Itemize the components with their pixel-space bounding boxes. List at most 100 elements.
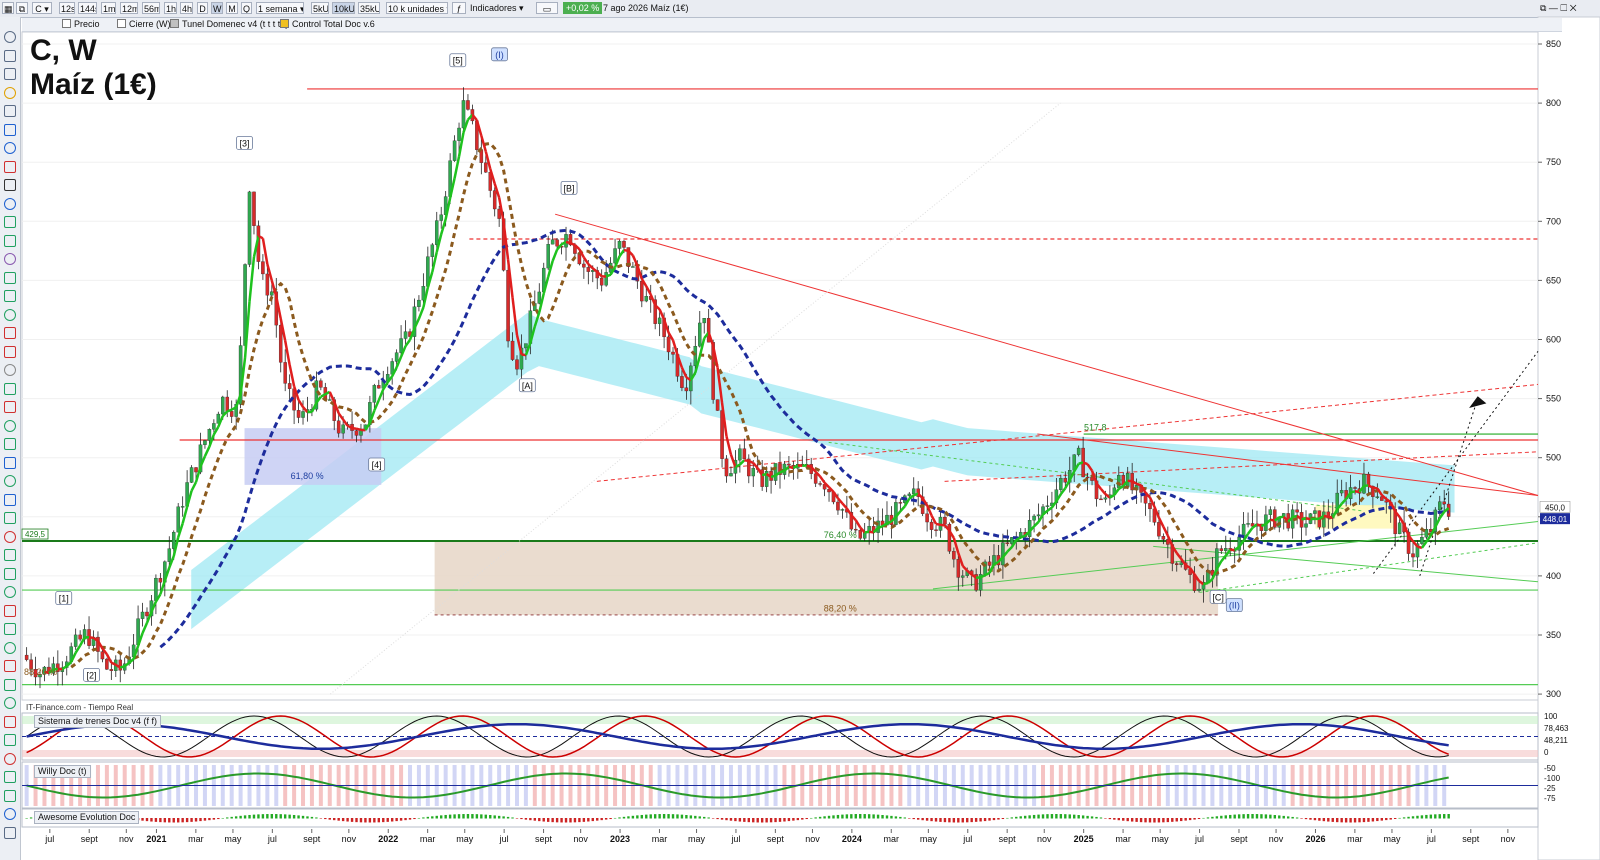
fast-ma-segment <box>1020 534 1026 539</box>
awesome-bar <box>185 818 189 823</box>
awesome-bar <box>899 816 902 819</box>
panel-label-willy[interactable]: Willy Doc (t) <box>34 765 91 778</box>
fast-ma-segment <box>744 459 749 463</box>
current-price-text: 448,01 <box>1543 515 1568 524</box>
awesome-bar <box>1393 818 1397 819</box>
layer-close[interactable]: Cierre (W) <box>117 19 171 30</box>
awesome-bar <box>221 817 224 819</box>
awesome-bar <box>230 816 233 819</box>
awesome-bar <box>341 818 345 822</box>
awesome-bar <box>1318 818 1321 821</box>
price-axis-label: 500 <box>1546 453 1561 463</box>
chart-title-instrument: Maíz (1€) <box>30 68 157 101</box>
awesome-bar <box>752 818 755 823</box>
wave-label: [4] <box>372 460 382 470</box>
awesome-bar <box>203 818 207 821</box>
awesome-bar <box>627 816 630 819</box>
awesome-bar <box>591 818 594 822</box>
time-axis-label: jul <box>44 834 54 844</box>
layer-tunel[interactable]: Tunel Domenec v4 (t t t t t) <box>170 19 288 30</box>
time-axis-label: mar <box>652 834 668 844</box>
awesome-bar <box>676 814 679 819</box>
awesome-bar <box>475 814 479 819</box>
awesome-bar <box>1255 814 1259 819</box>
awesome-bar <box>1376 818 1379 822</box>
candle-body <box>684 387 689 392</box>
level-tag-text: 429,5 <box>25 530 46 539</box>
awesome-bar <box>1077 815 1080 819</box>
time-axis-label: sept <box>303 834 321 844</box>
awesome-bar <box>1443 814 1446 819</box>
panel-axis-label: -100 <box>1544 774 1561 783</box>
awesome-bar <box>1055 814 1058 819</box>
awesome-bar <box>689 815 693 819</box>
candle-body <box>555 239 559 247</box>
awesome-bar <box>181 818 184 823</box>
candle-body <box>180 506 185 508</box>
awesome-bar <box>1371 818 1375 822</box>
candle-body <box>929 521 934 530</box>
candle-body <box>287 383 292 389</box>
awesome-bar <box>836 814 840 819</box>
awesome-bar <box>1104 818 1107 819</box>
candle-body <box>457 127 461 141</box>
candle-body <box>934 529 938 531</box>
panel-label-trenes[interactable]: Sistema de trenes Doc v4 (f f) <box>34 715 162 728</box>
awesome-bar <box>609 818 612 820</box>
awesome-bar <box>217 818 220 820</box>
awesome-bar <box>520 818 523 820</box>
awesome-bar <box>1385 818 1388 821</box>
candle-body <box>73 634 78 647</box>
trading-app: ▦ ⧉ C ▾ 12s 144s 1m 12m 56m 1h 4h D W M … <box>0 0 1600 860</box>
awesome-bar <box>796 818 800 821</box>
awesome-bar <box>801 818 804 820</box>
candle-body <box>118 659 122 671</box>
time-axis-label: jul <box>499 834 509 844</box>
candle-body <box>818 483 822 485</box>
awesome-bar <box>529 818 532 821</box>
awesome-bar <box>685 814 688 819</box>
awesome-bar <box>382 818 385 823</box>
layer-label: Precio <box>74 19 100 29</box>
panel-label-awesome[interactable]: Awesome Evolution Doc <box>34 811 140 824</box>
layer-label: Control Total Doc v.6 <box>292 19 375 29</box>
awesome-bar <box>292 814 296 819</box>
layer-price[interactable]: Precio <box>62 19 100 30</box>
candle-body <box>189 467 194 483</box>
awesome-bar <box>1237 814 1241 819</box>
awesome-bar <box>810 817 813 819</box>
candle-body <box>622 240 626 248</box>
panel-axis-label: 78,463 <box>1544 724 1569 733</box>
candle-body <box>1219 548 1224 551</box>
awesome-bar <box>524 818 528 820</box>
wave-label: [B] <box>564 183 575 193</box>
awesome-bar <box>1108 818 1112 820</box>
awesome-bar <box>252 814 256 819</box>
awesome-bar <box>792 818 795 821</box>
awesome-bar <box>1179 818 1183 822</box>
candle-body <box>961 575 965 578</box>
awesome-bar <box>1251 814 1254 819</box>
awesome-bar <box>279 814 282 819</box>
awesome-bar <box>916 818 920 820</box>
candle-body <box>176 506 180 533</box>
awesome-bar <box>457 814 461 819</box>
panel-axis-label: -25 <box>1544 784 1556 793</box>
awesome-bar <box>1086 815 1089 819</box>
awesome-bar <box>261 814 265 819</box>
fast-ma-segment <box>226 408 233 413</box>
panel-axis-label: -75 <box>1544 794 1556 803</box>
candle-body <box>1099 498 1103 501</box>
candle-body <box>1059 478 1063 490</box>
checkbox-icon <box>280 19 289 28</box>
price-chart[interactable]: [1] [2] [3] [4] [5] (I) [B] [A] [C] (II) 61,80 % 76… <box>0 0 1600 860</box>
candle-body <box>158 577 163 583</box>
awesome-bar <box>1032 814 1036 819</box>
candle-body <box>1442 501 1446 505</box>
candle-body <box>430 244 435 257</box>
candle-body <box>154 577 158 601</box>
layer-control[interactable]: Control Total Doc v.6 <box>280 19 375 30</box>
fast-ma-segment <box>1323 514 1329 519</box>
awesome-bar <box>426 816 430 819</box>
awesome-bar <box>177 818 180 823</box>
